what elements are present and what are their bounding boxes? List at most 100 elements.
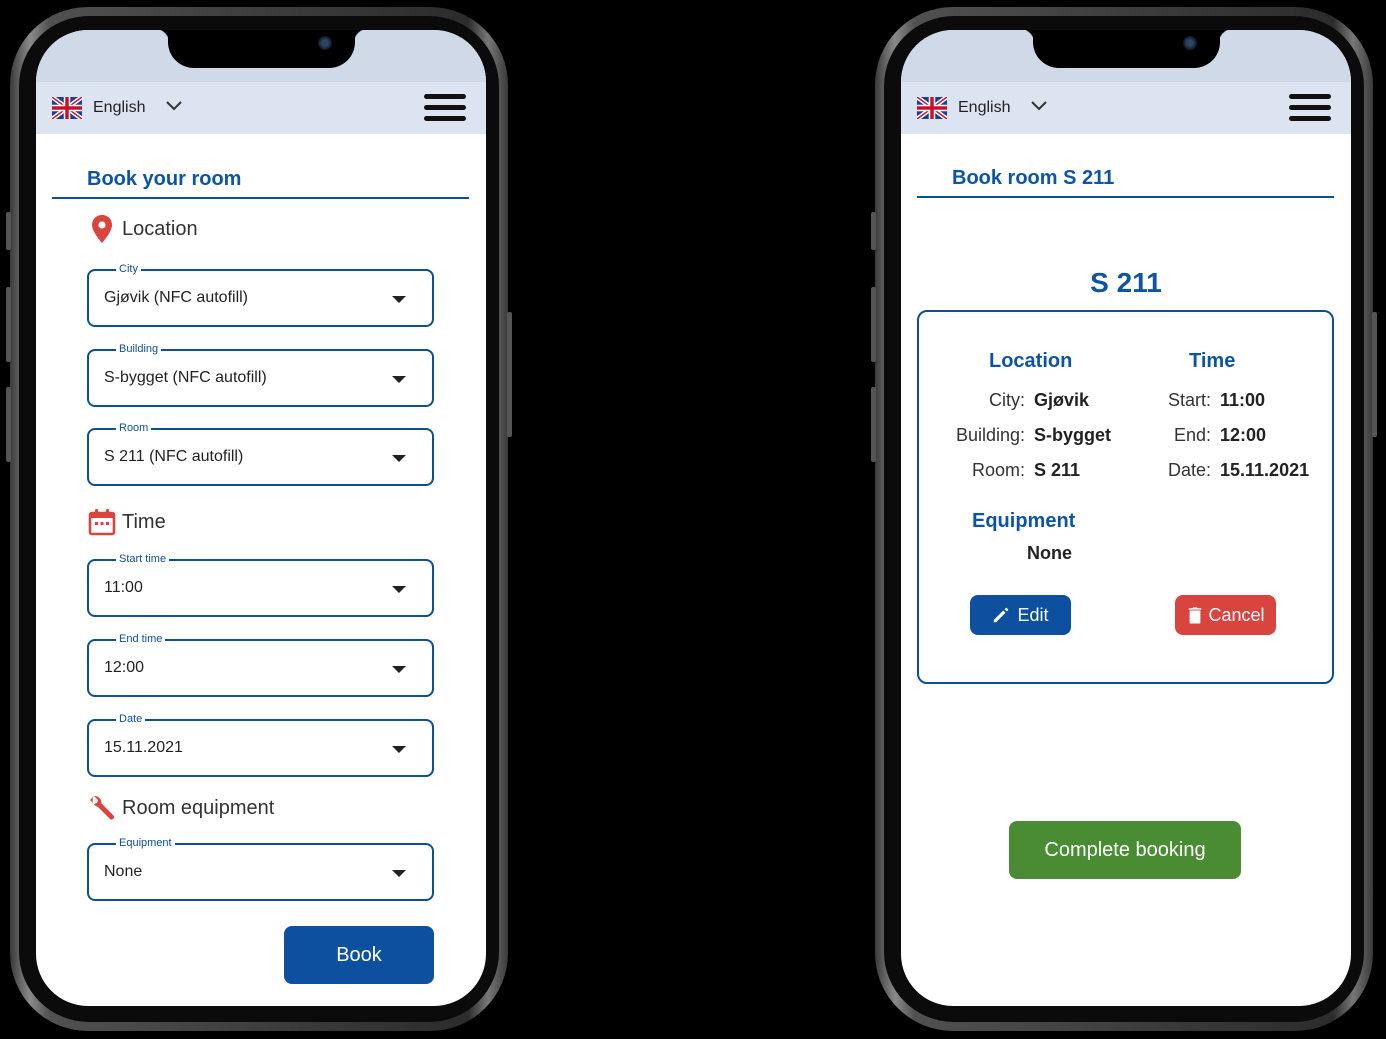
- dropdown-arrow-icon: [392, 376, 406, 383]
- end-row: End: 12:00: [1159, 425, 1266, 446]
- city-key: City:: [989, 390, 1025, 410]
- room-value: S 211: [1034, 460, 1081, 480]
- city-value: Gjøvik: [1034, 390, 1090, 410]
- camera-icon: [1183, 36, 1197, 50]
- booking-summary-card: Location Time City: Gjøvik Building: S-b…: [917, 310, 1334, 684]
- uk-flag-icon[interactable]: [52, 97, 82, 119]
- phone-side-button: [871, 212, 876, 250]
- start-key: Start:: [1167, 390, 1211, 410]
- phone-side-button: [1372, 312, 1377, 437]
- end-time-label: End time: [116, 632, 166, 646]
- equipment-label: Equipment: [116, 836, 175, 850]
- top-bar: English: [36, 82, 486, 134]
- phone-side-button: [871, 287, 876, 362]
- equipment-select[interactable]: Equipment None: [87, 836, 434, 901]
- location-heading-label: Location: [122, 217, 198, 240]
- time-section-heading: Time: [88, 505, 166, 539]
- wrench-icon: [90, 795, 114, 820]
- dropdown-arrow-icon: [392, 666, 406, 673]
- time-column-heading: Time: [1189, 350, 1236, 372]
- end-time-select[interactable]: End time 12:00: [87, 632, 434, 697]
- building-value: S-bygget (NFC autofill): [104, 369, 267, 386]
- start-time-label: Start time: [116, 552, 170, 566]
- equipment-value: None: [104, 863, 143, 880]
- phone-side-button: [507, 312, 512, 437]
- start-value: 11:00: [1220, 390, 1266, 410]
- room-value: S 211 (NFC autofill): [104, 448, 244, 465]
- start-time-value: 11:00: [104, 579, 143, 596]
- dropdown-arrow-icon: [392, 586, 406, 593]
- dropdown-arrow-icon: [392, 296, 406, 303]
- uk-flag-icon[interactable]: [917, 97, 947, 119]
- end-value: 12:00: [1220, 425, 1267, 445]
- phone-left: English Book your room Location City Gjø…: [6, 7, 512, 1031]
- pencil-icon: [994, 607, 1009, 623]
- notch: [154, 30, 369, 68]
- edit-label: Edit: [1017, 604, 1049, 625]
- booking-form-screen: English Book your room Location City Gjø…: [36, 30, 486, 1006]
- city-value: Gjøvik (NFC autofill): [104, 289, 249, 306]
- edit-button[interactable]: Edit: [970, 595, 1071, 635]
- date-select[interactable]: Date 15.11.2021: [87, 712, 434, 777]
- building-row: Building: S-bygget: [949, 425, 1111, 446]
- equipment-value: None: [1027, 543, 1072, 563]
- equipment-heading-label: Room equipment: [122, 796, 275, 819]
- room-row: Room: S 211: [949, 460, 1080, 481]
- date-row: Date: 15.11.2021: [1159, 460, 1309, 481]
- building-select[interactable]: Building S-bygget (NFC autofill): [87, 342, 434, 407]
- hamburger-menu-icon[interactable]: [424, 94, 466, 122]
- phone-side-button: [6, 212, 11, 250]
- trash-icon: [1189, 607, 1202, 624]
- equipment-section-heading: Room equipment: [88, 791, 274, 825]
- top-bar: English: [901, 82, 1351, 134]
- phone-side-button: [6, 387, 11, 462]
- phone-side-button: [871, 387, 876, 462]
- building-key: Building:: [955, 425, 1025, 445]
- room-select[interactable]: Room S 211 (NFC autofill): [87, 421, 434, 486]
- city-label: City: [116, 262, 141, 276]
- city-row: City: Gjøvik: [949, 390, 1089, 411]
- equipment-row: None: [1027, 543, 1072, 564]
- notch: [1019, 30, 1234, 68]
- room-key: Room:: [971, 460, 1025, 480]
- chevron-down-icon[interactable]: [1029, 96, 1049, 116]
- location-section-heading: Location: [88, 212, 198, 246]
- equipment-heading: Equipment: [972, 510, 1076, 532]
- dropdown-arrow-icon: [392, 870, 406, 877]
- title-divider: [52, 197, 469, 199]
- end-key: End:: [1173, 425, 1211, 445]
- cancel-label: Cancel: [1208, 604, 1265, 625]
- booking-summary-screen: English Book room S 211 S 211 Location T…: [901, 30, 1351, 1006]
- building-value: S-bygget: [1034, 425, 1112, 445]
- end-time-value: 12:00: [104, 659, 145, 676]
- room-name-heading: S 211: [1090, 267, 1162, 298]
- start-time-select[interactable]: Start time 11:00: [87, 552, 434, 617]
- language-label[interactable]: English: [958, 99, 1010, 117]
- language-label[interactable]: English: [93, 99, 145, 117]
- page-title: Book your room: [87, 168, 242, 190]
- location-column-heading: Location: [989, 350, 1073, 372]
- location-pin-icon: [92, 215, 112, 243]
- room-label: Room: [116, 421, 152, 435]
- phone-side-button: [6, 287, 11, 362]
- title-divider: [917, 196, 1334, 198]
- chevron-down-icon[interactable]: [164, 96, 184, 116]
- city-select[interactable]: City Gjøvik (NFC autofill): [87, 262, 434, 327]
- date-value: 15.11.2021: [104, 739, 183, 756]
- date-value: 15.11.2021: [1220, 460, 1310, 480]
- start-row: Start: 11:00: [1159, 390, 1265, 411]
- date-label: Date: [116, 712, 146, 726]
- date-key: Date:: [1167, 460, 1211, 480]
- dropdown-arrow-icon: [392, 455, 406, 462]
- complete-booking-button[interactable]: Complete booking: [1009, 821, 1241, 879]
- page-title: Book room S 211: [952, 167, 1115, 189]
- phone-right: English Book room S 211 S 211 Location T…: [871, 7, 1377, 1031]
- book-button[interactable]: Book: [284, 926, 434, 984]
- time-heading-label: Time: [122, 510, 166, 533]
- calendar-icon: [88, 509, 116, 536]
- building-label: Building: [116, 342, 162, 356]
- cancel-button[interactable]: Cancel: [1175, 595, 1276, 635]
- hamburger-menu-icon[interactable]: [1289, 94, 1331, 122]
- dropdown-arrow-icon: [392, 746, 406, 753]
- camera-icon: [318, 36, 332, 50]
